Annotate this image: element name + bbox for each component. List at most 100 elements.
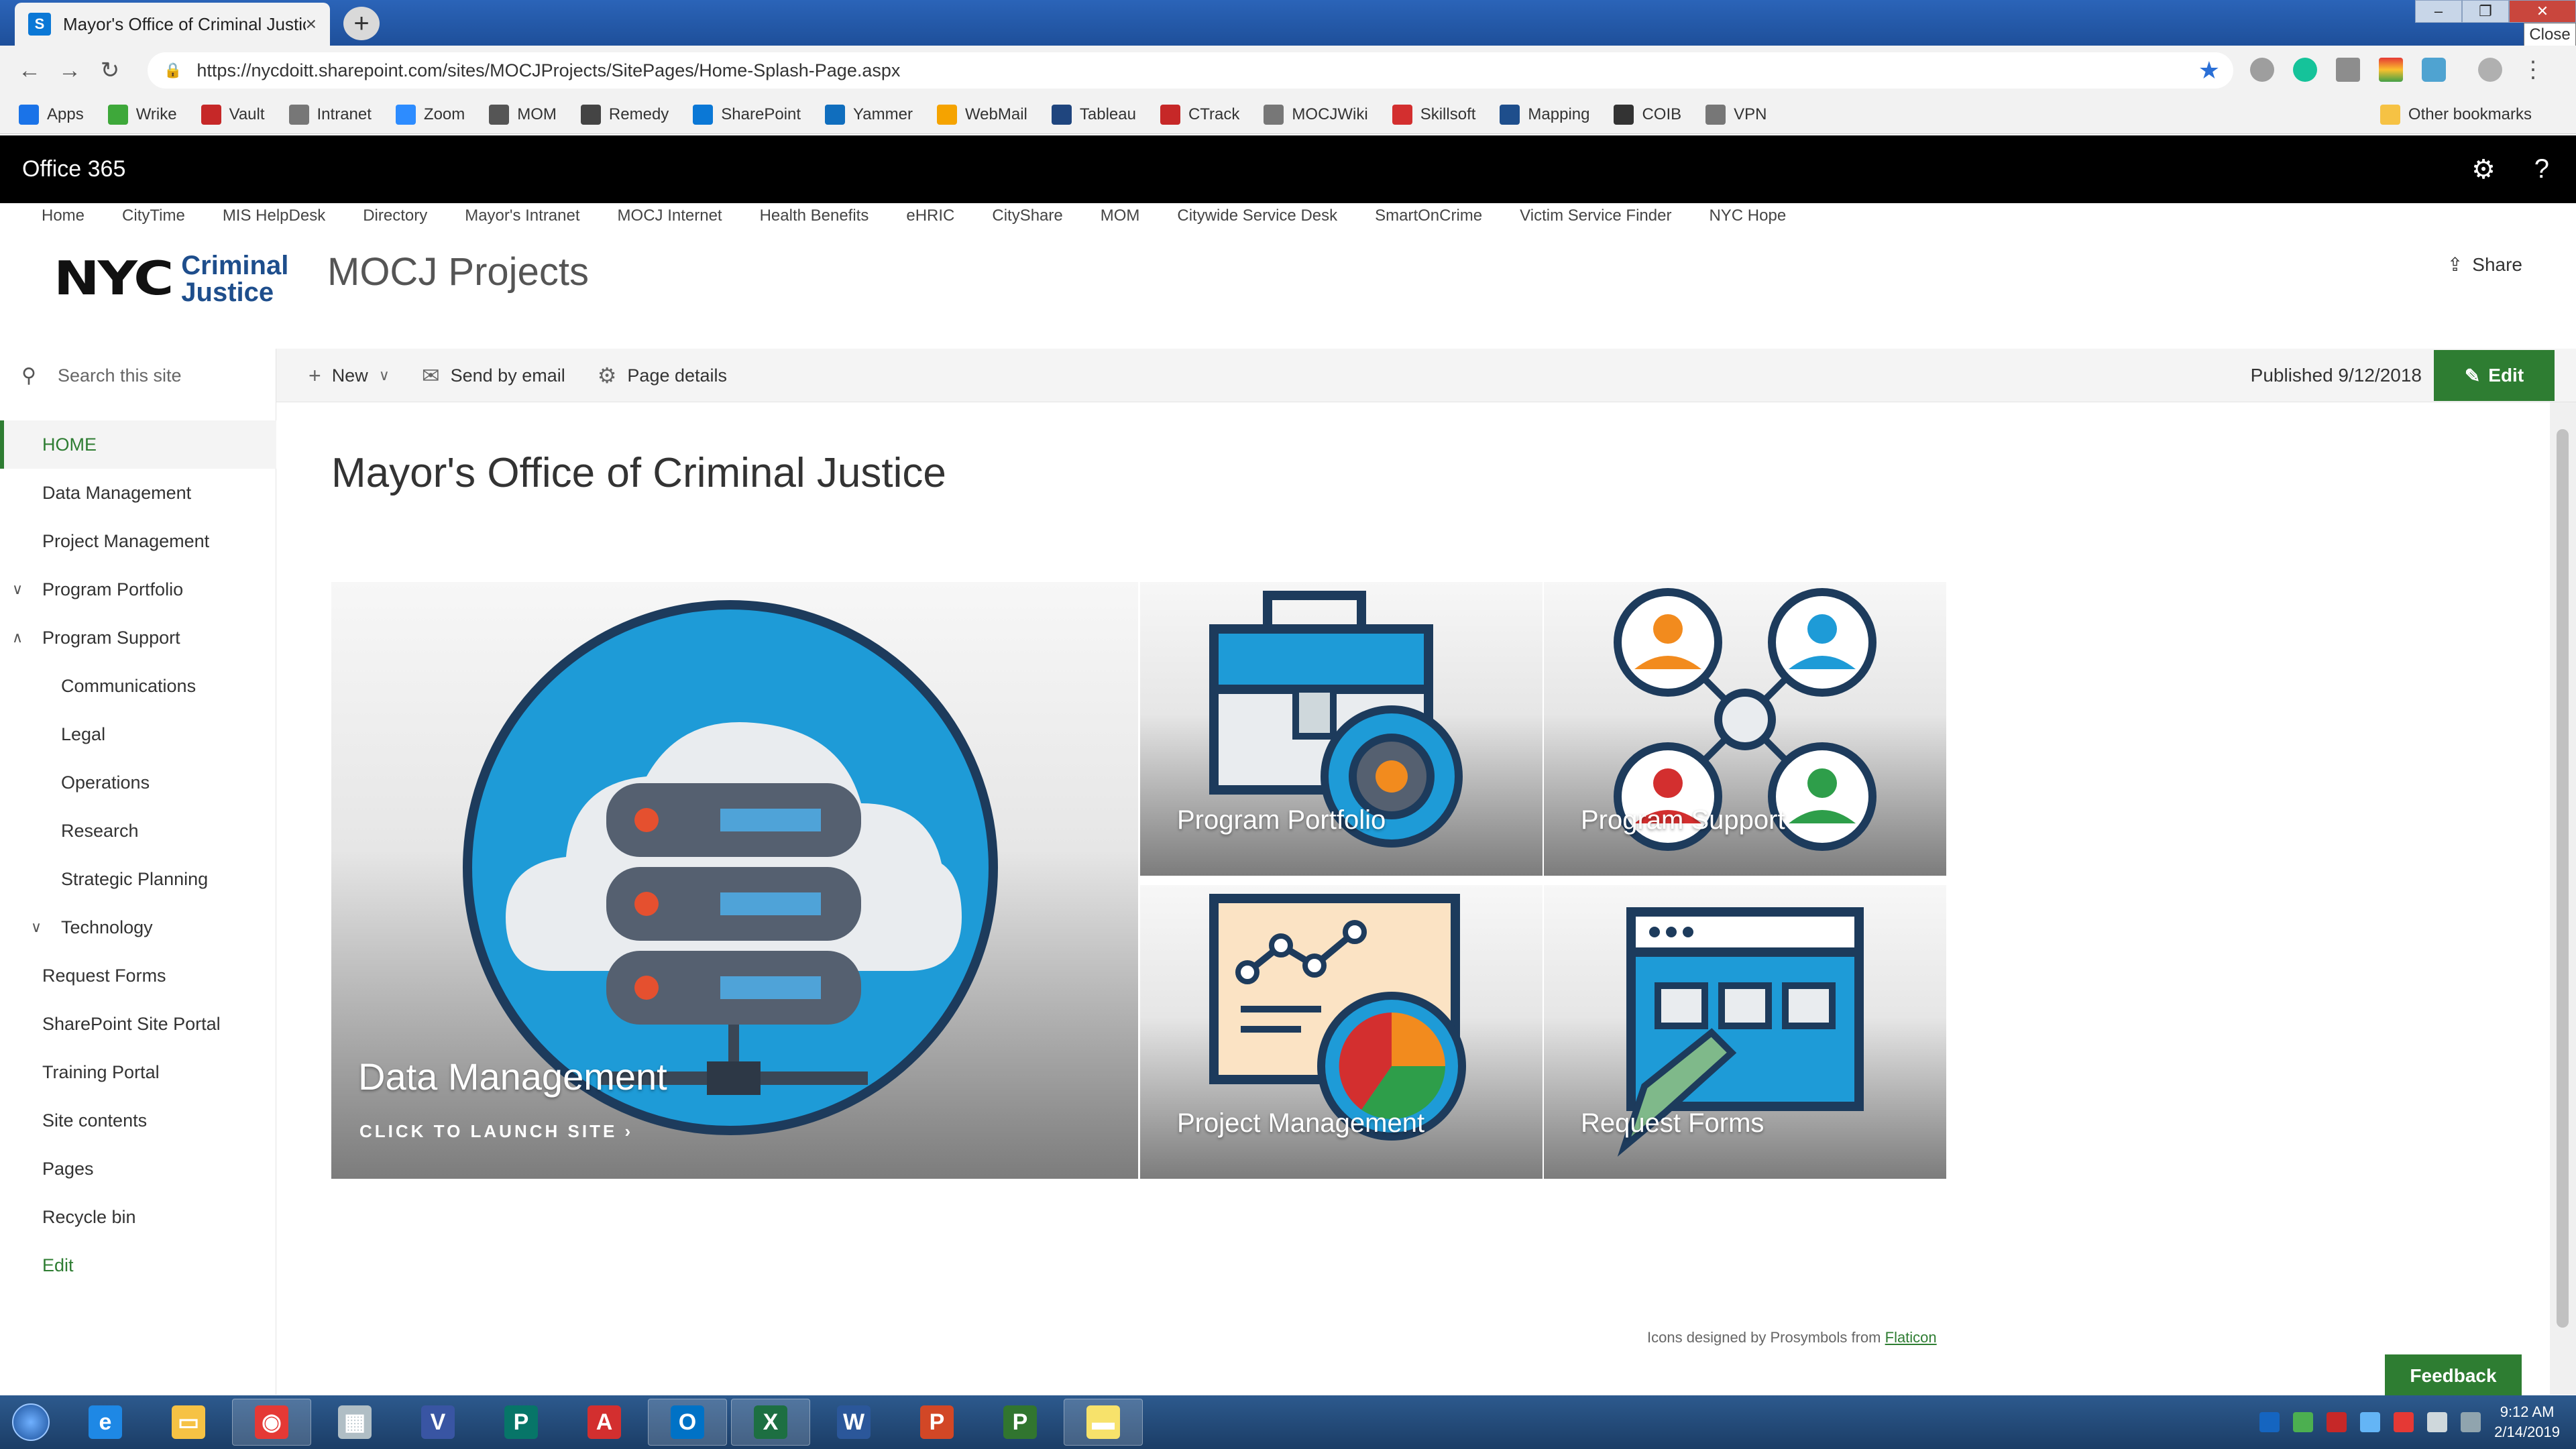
taskbar-clock[interactable]: 9:12 AM 2/14/2019 [2494, 1402, 2560, 1442]
nav-item-recycle-bin[interactable]: Recycle bin [42, 1207, 136, 1228]
new-tab-button[interactable]: + [343, 7, 380, 40]
office365-brand[interactable]: Office 365 [22, 156, 125, 182]
share-button[interactable]: ⇪ Share [2447, 253, 2522, 276]
nav-item-program-support[interactable]: Program Support [42, 628, 180, 648]
bookmark-tableau[interactable]: Tableau [1051, 104, 1136, 125]
nav-item-sharepoint-site-portal[interactable]: SharePoint Site Portal [42, 1014, 221, 1035]
chrome-icon[interactable]: ◉ [232, 1399, 311, 1446]
edit-button[interactable]: ✎ Edit [2434, 350, 2555, 401]
nav-item-strategic-planning[interactable]: Strategic Planning [61, 869, 208, 890]
bookmark-yammer[interactable]: Yammer [825, 104, 913, 125]
network-tray-icon[interactable] [2293, 1412, 2314, 1432]
bookmark-zoom[interactable]: Zoom [395, 104, 465, 125]
publisher-icon[interactable]: P [482, 1399, 561, 1446]
flaticon-link[interactable]: Flaticon [1885, 1329, 1937, 1346]
search-box[interactable]: ⚲ Search this site [0, 349, 276, 402]
top-nav-link[interactable]: Victim Service Finder [1520, 207, 1671, 225]
nav-item-project-management[interactable]: Project Management [42, 531, 209, 552]
project-icon[interactable]: P [981, 1399, 1060, 1446]
monitor-icon[interactable] [2427, 1412, 2448, 1432]
extension-icon[interactable] [2336, 58, 2360, 82]
top-nav-link[interactable]: eHRIC [906, 207, 954, 225]
nav-item-edit[interactable]: Edit [42, 1255, 74, 1276]
tile-project-management[interactable]: Project Management [1140, 885, 1543, 1179]
nav-item-technology[interactable]: Technology [61, 917, 153, 938]
bookmark-webmail[interactable]: WebMail [936, 104, 1027, 125]
tile-data-management[interactable]: Data Management CLICK TO LAUNCH SITE › [331, 582, 1138, 1179]
nav-item-home[interactable]: HOME [42, 434, 97, 455]
launch-site-link[interactable]: CLICK TO LAUNCH SITE › [359, 1121, 633, 1142]
file-explorer-icon[interactable]: ▭ [149, 1399, 228, 1446]
browser-menu-icon[interactable]: ⋮ [2521, 58, 2545, 82]
nav-item-program-portfolio[interactable]: Program Portfolio [42, 579, 183, 600]
bookmark-vault[interactable]: Vault [201, 104, 265, 125]
tray-app-icon[interactable] [2360, 1412, 2381, 1432]
top-nav-link[interactable]: CityShare [992, 207, 1062, 225]
outlook-tray-icon[interactable] [2259, 1412, 2280, 1432]
nav-item-training-portal[interactable]: Training Portal [42, 1062, 160, 1083]
nav-item-request-forms[interactable]: Request Forms [42, 966, 166, 986]
window-close-button[interactable]: ✕ [2509, 0, 2576, 23]
minimize-button[interactable]: – [2415, 0, 2462, 23]
bookmark-star-icon[interactable]: ★ [2198, 56, 2220, 84]
bookmark-intranet[interactable]: Intranet [288, 104, 372, 125]
extension-icon[interactable] [2379, 58, 2403, 82]
bookmark-wrike[interactable]: Wrike [107, 104, 177, 125]
nav-item-communications[interactable]: Communications [61, 676, 196, 697]
bookmark-coib[interactable]: COIB [1614, 104, 1681, 125]
reload-icon[interactable]: ↻ [90, 57, 130, 84]
bookmark-ctrack[interactable]: CTrack [1160, 104, 1239, 125]
page-scrollbar[interactable] [2550, 402, 2576, 1395]
top-nav-link[interactable]: Citywide Service Desk [1177, 207, 1337, 225]
tile-program-support[interactable]: Program Support [1544, 582, 1946, 876]
bookmark-mocjwiki[interactable]: MOCJWiki [1264, 104, 1368, 125]
bookmark-remedy[interactable]: Remedy [580, 104, 669, 125]
site-title[interactable]: MOCJ Projects [327, 249, 589, 294]
bookmark-apps[interactable]: Apps [19, 104, 84, 125]
grammarly-icon[interactable] [2293, 58, 2317, 82]
top-nav-link[interactable]: Home [42, 207, 85, 225]
nav-item-legal[interactable]: Legal [61, 724, 105, 745]
top-nav-link[interactable]: SmartOnCrime [1375, 207, 1482, 225]
maximize-button[interactable]: ❐ [2462, 0, 2509, 23]
chevron-up-icon[interactable]: ∧ [12, 629, 23, 646]
bookmark-sharepoint[interactable]: SharePoint [693, 104, 801, 125]
sticky-notes-icon[interactable]: ▬ [1064, 1399, 1143, 1446]
tab-close-icon[interactable]: × [306, 13, 317, 35]
top-nav-link[interactable]: Mayor's Intranet [465, 207, 579, 225]
nav-item-research[interactable]: Research [61, 821, 139, 842]
bookmark-skillsoft[interactable]: Skillsoft [1392, 104, 1475, 125]
extension-icon[interactable] [2422, 58, 2446, 82]
feedback-button[interactable]: Feedback [2385, 1354, 2522, 1397]
nyc-criminal-justice-logo[interactable]: NYC Criminal Justice [54, 247, 288, 310]
bookmark-vpn[interactable]: VPN [1705, 104, 1767, 125]
start-button[interactable] [0, 1395, 62, 1449]
page-details-button[interactable]: ⚙ Page details [598, 363, 727, 388]
excel-icon[interactable]: X [731, 1399, 810, 1446]
forward-arrow-icon[interactable]: → [50, 58, 90, 84]
new-button[interactable]: + New ∨ [309, 363, 390, 388]
extension-icon[interactable] [2250, 58, 2274, 82]
gear-icon[interactable]: ⚙ [2471, 154, 2496, 185]
top-nav-link[interactable]: MIS HelpDesk [223, 207, 325, 225]
flag-icon[interactable] [2394, 1412, 2414, 1432]
top-nav-link[interactable]: Health Benefits [760, 207, 869, 225]
powerpoint-icon[interactable]: P [897, 1399, 976, 1446]
nav-item-site-contents[interactable]: Site contents [42, 1110, 147, 1131]
send-by-email-button[interactable]: ✉ Send by email [422, 363, 565, 388]
tile-request-forms[interactable]: Request Forms [1544, 885, 1946, 1179]
shield-icon[interactable] [2327, 1412, 2347, 1432]
acrobat-icon[interactable]: A [565, 1399, 644, 1446]
word-icon[interactable]: W [814, 1399, 893, 1446]
top-nav-link[interactable]: NYC Hope [1709, 207, 1786, 225]
top-nav-link[interactable]: CityTime [122, 207, 185, 225]
other-bookmarks[interactable]: Other bookmarks [2379, 104, 2532, 125]
nav-item-operations[interactable]: Operations [61, 772, 150, 793]
top-nav-link[interactable]: Directory [363, 207, 427, 225]
nav-item-pages[interactable]: Pages [42, 1159, 94, 1179]
chevron-down-icon[interactable]: ∨ [12, 581, 23, 598]
top-nav-link[interactable]: MOM [1101, 207, 1140, 225]
scrollbar-thumb[interactable] [2557, 429, 2569, 1328]
bookmark-mapping[interactable]: Mapping [1500, 104, 1589, 125]
top-nav-link[interactable]: MOCJ Internet [618, 207, 722, 225]
